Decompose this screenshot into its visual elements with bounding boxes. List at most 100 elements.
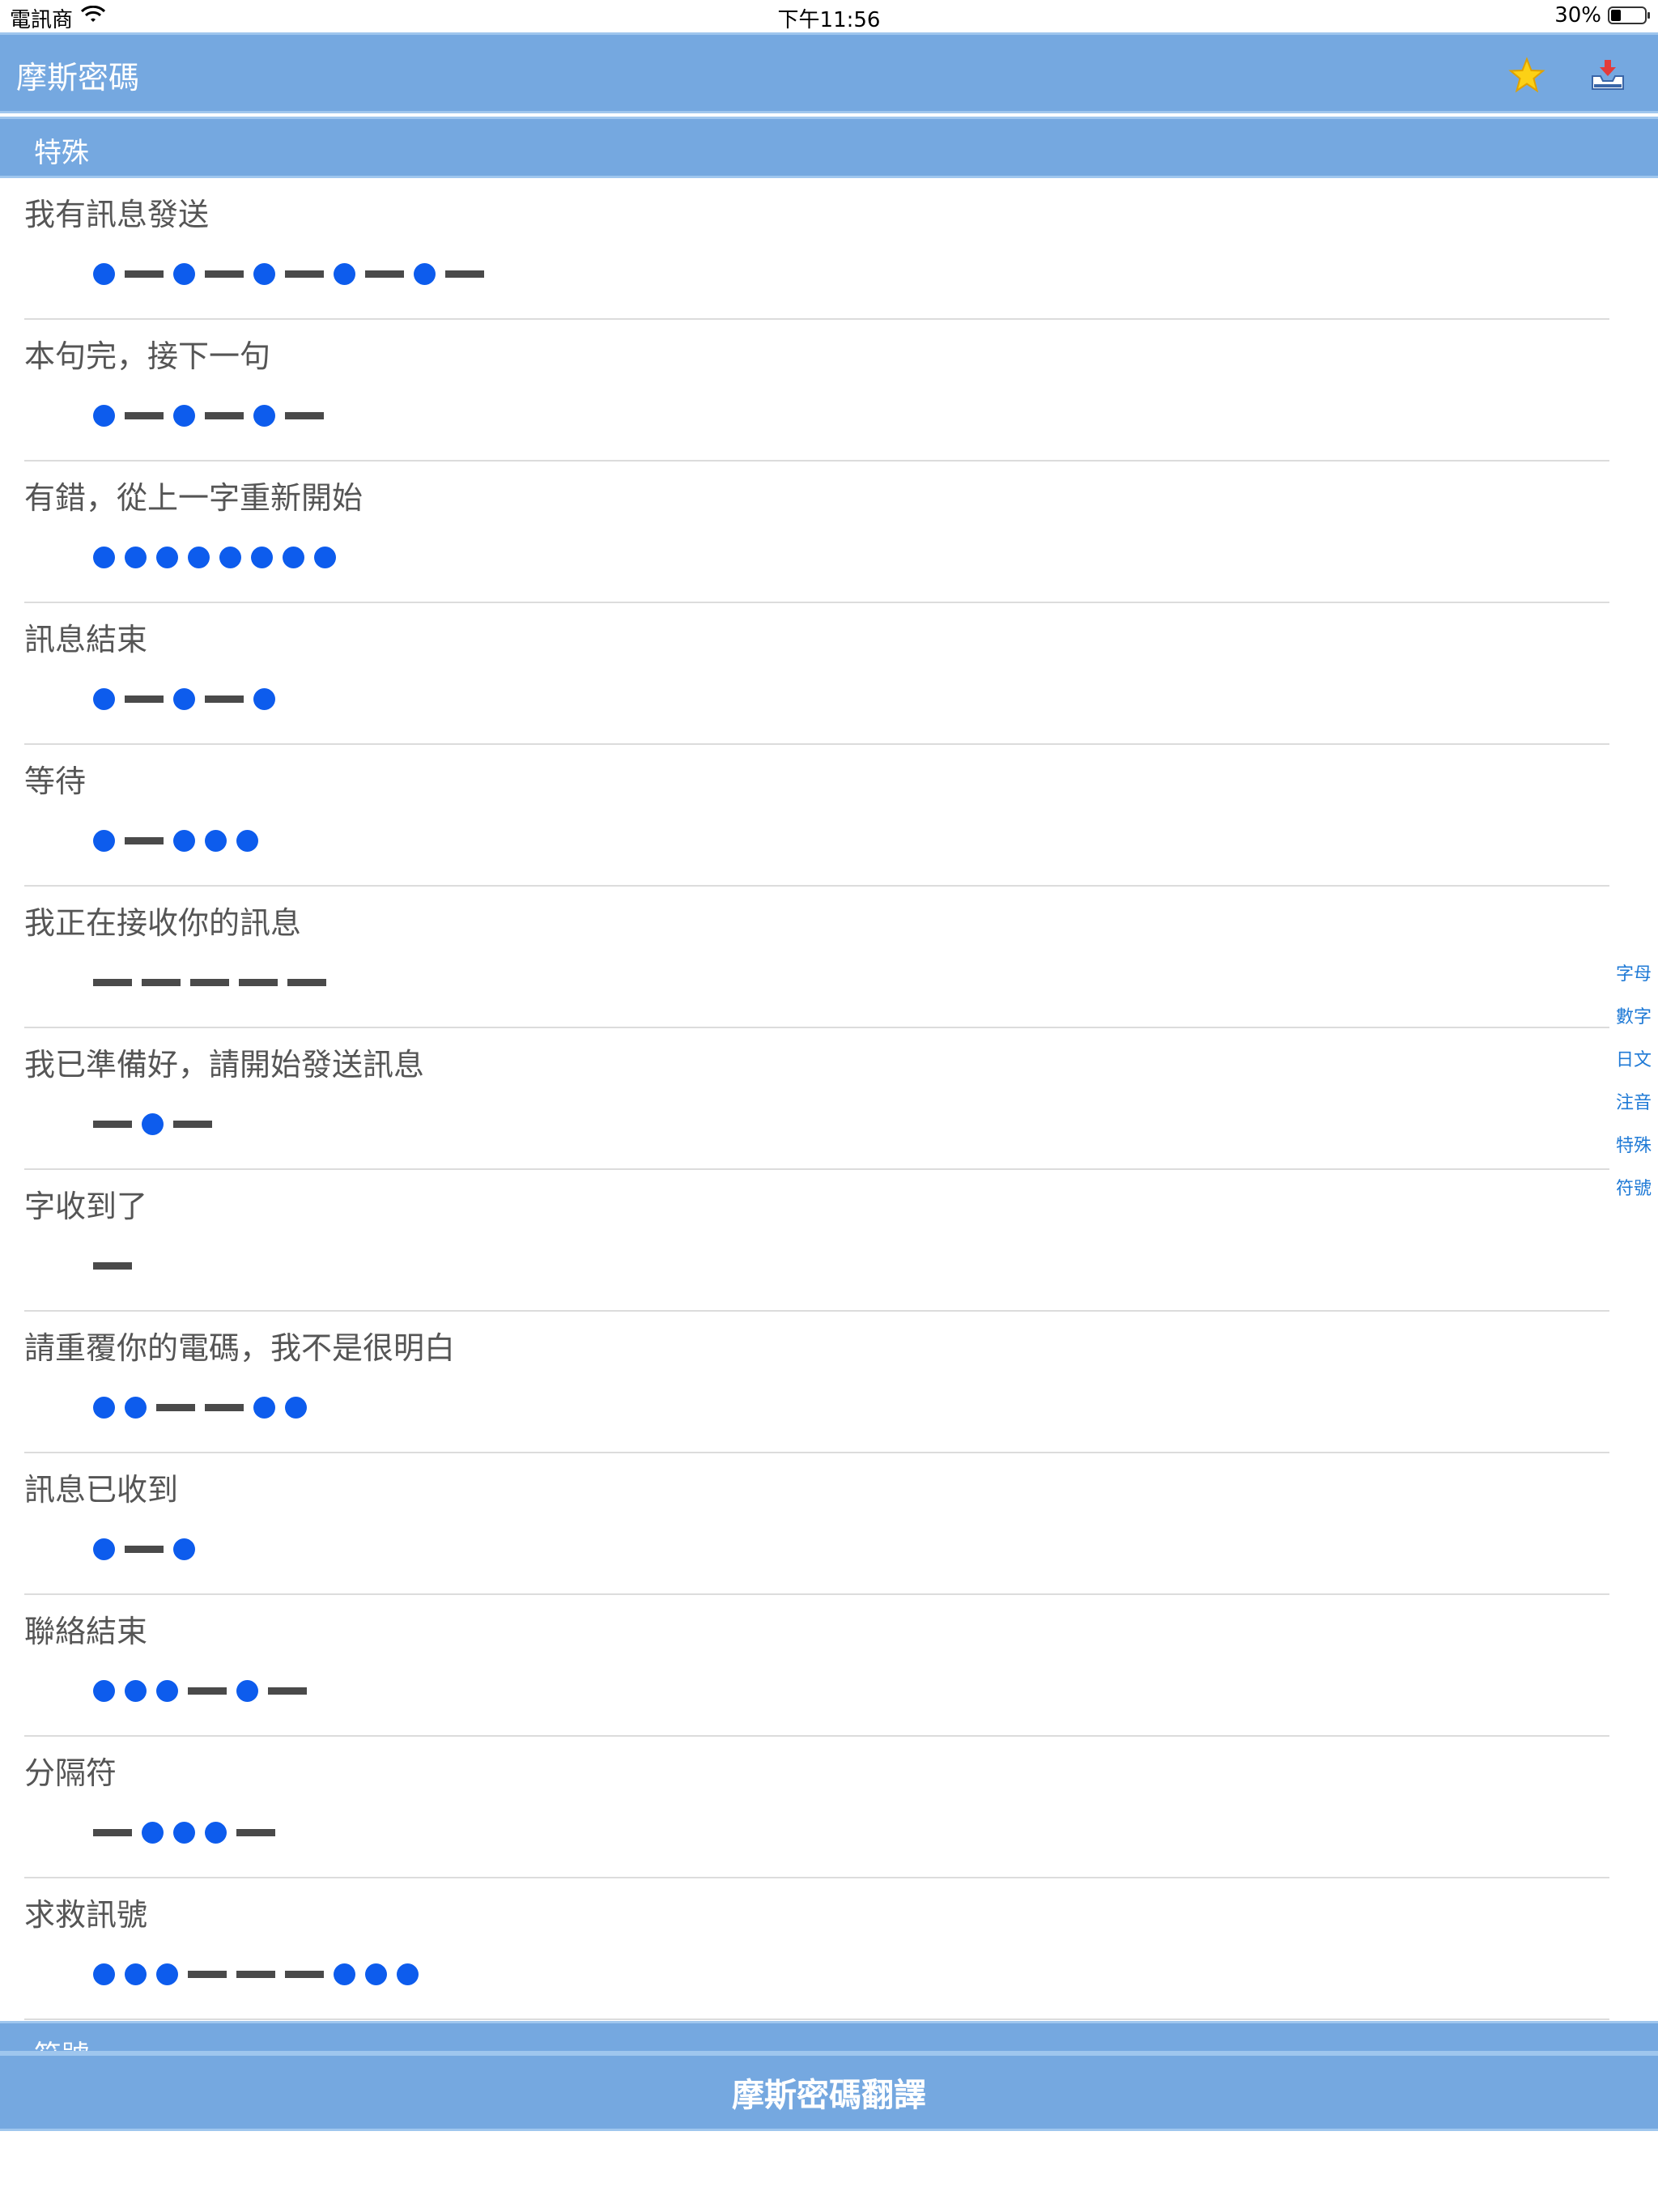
morse-code [93,1958,419,1990]
morse-translate-button[interactable]: 摩斯密碼翻譯 [0,2056,1658,2129]
morse-dot [142,1821,164,1844]
item-label: 訊息已收到 [24,1472,179,1508]
item-label: 等待 [24,764,87,799]
morse-dash [93,978,132,986]
list-item[interactable]: 等待 [0,745,1658,887]
index-item[interactable]: 符號 [1614,1176,1653,1219]
morse-code [93,1108,212,1140]
morse-dot [93,262,115,285]
index-item[interactable]: 注音 [1614,1091,1653,1134]
morse-dash [190,978,229,986]
list-item[interactable]: 訊息已收到 [0,1453,1658,1595]
morse-code [93,683,275,715]
morse-code [93,257,484,290]
morse-dot [219,546,241,568]
morse-dot [156,1679,178,1702]
list-item[interactable]: 有錯，從上一字重新開始 [0,462,1658,603]
item-label: 本句完，接下一句 [24,338,271,374]
list-item[interactable]: 分隔符 [0,1737,1658,1878]
index-item[interactable]: 數字 [1614,1005,1653,1048]
item-label: 我已準備好，請開始發送訊息 [24,1047,425,1083]
morse-dot [173,262,195,285]
list-item[interactable]: 請重覆你的電碼，我不是很明白 [0,1312,1658,1453]
battery-percent: 30% [1554,3,1601,28]
morse-dash [93,1261,132,1270]
morse-dot [93,1396,115,1419]
morse-dash [188,1687,227,1695]
morse-dot [125,546,147,568]
item-label: 聯絡結束 [24,1614,148,1649]
morse-code [93,1391,307,1423]
morse-code [93,399,324,432]
morse-dot [365,1963,387,1985]
morse-dash [285,1970,324,1978]
section-header: 特殊 [0,117,1658,178]
morse-dash [93,1828,132,1836]
morse-dot [173,687,195,710]
morse-dash [125,836,164,844]
morse-code [93,824,258,857]
morse-dash [236,1828,275,1836]
morse-dash [239,978,278,986]
list-item[interactable]: 求救訊號 [0,1878,1658,2020]
morse-dot [397,1963,419,1985]
row-divider [24,2018,1609,2020]
morse-dot [253,687,275,710]
morse-dot [334,1963,355,1985]
morse-dash [287,978,326,986]
morse-dash [142,978,181,986]
morse-dash [365,270,404,278]
item-label: 請重覆你的電碼，我不是很明白 [24,1330,456,1366]
item-label: 訊息結束 [24,622,148,657]
morse-dash [173,1120,212,1128]
morse-dot [93,687,115,710]
item-label: 我有訊息發送 [24,197,210,232]
list-item[interactable]: 我有訊息發送 [0,178,1658,320]
status-bar: 電訊商 下午11:56 30% [0,0,1658,32]
app-root: 電訊商 下午11:56 30% 摩斯密碼 特殊 我有訊息發送 本句完，接下一句 … [0,0,1658,2212]
morse-dot [93,829,115,852]
nav-bar: 摩斯密碼 [0,32,1658,113]
morse-dash [285,270,324,278]
morse-dot [205,1821,227,1844]
next-section-title: 符號 [34,2033,89,2051]
star-icon[interactable] [1504,53,1550,98]
morse-dash [205,411,244,419]
morse-dot [253,404,275,427]
index-item[interactable]: 字母 [1614,962,1653,1005]
index-item[interactable]: 日文 [1614,1048,1653,1091]
morse-dot [173,404,195,427]
morse-dot [125,1396,147,1419]
section-index: 字母 數字 日文 注音 特殊 符號 [1614,962,1653,1219]
page-title: 摩斯密碼 [16,60,140,96]
morse-dot [414,262,436,285]
list-item[interactable]: 我已準備好，請開始發送訊息 [0,1028,1658,1170]
list-item[interactable]: 聯絡結束 [0,1595,1658,1737]
morse-dot [93,404,115,427]
morse-dot [156,1963,178,1985]
morse-dash [156,1403,195,1411]
list-item[interactable]: 我正在接收你的訊息 [0,887,1658,1028]
battery-icon [1608,6,1650,24]
next-section-header: 符號 [0,2021,1658,2053]
list-item[interactable]: 訊息結束 [0,603,1658,745]
list-item[interactable]: 字收到了 [0,1170,1658,1312]
morse-dash [205,1403,244,1411]
morse-dash [125,411,164,419]
item-label: 字收到了 [24,1189,148,1224]
list-item[interactable]: 本句完，接下一句 [0,320,1658,462]
morse-dot [173,829,195,852]
morse-dot [125,1679,147,1702]
morse-dot [334,262,355,285]
index-item[interactable]: 特殊 [1614,1134,1653,1176]
battery-group: 30% [1554,3,1650,28]
morse-dot [251,546,273,568]
morse-code [93,541,336,573]
morse-dash [125,1545,164,1553]
morse-dot [188,546,210,568]
morse-code [93,1674,307,1707]
inbox-download-icon[interactable] [1585,53,1630,98]
morse-dash [125,270,164,278]
morse-dot [236,1679,258,1702]
morse-dot [253,1396,275,1419]
